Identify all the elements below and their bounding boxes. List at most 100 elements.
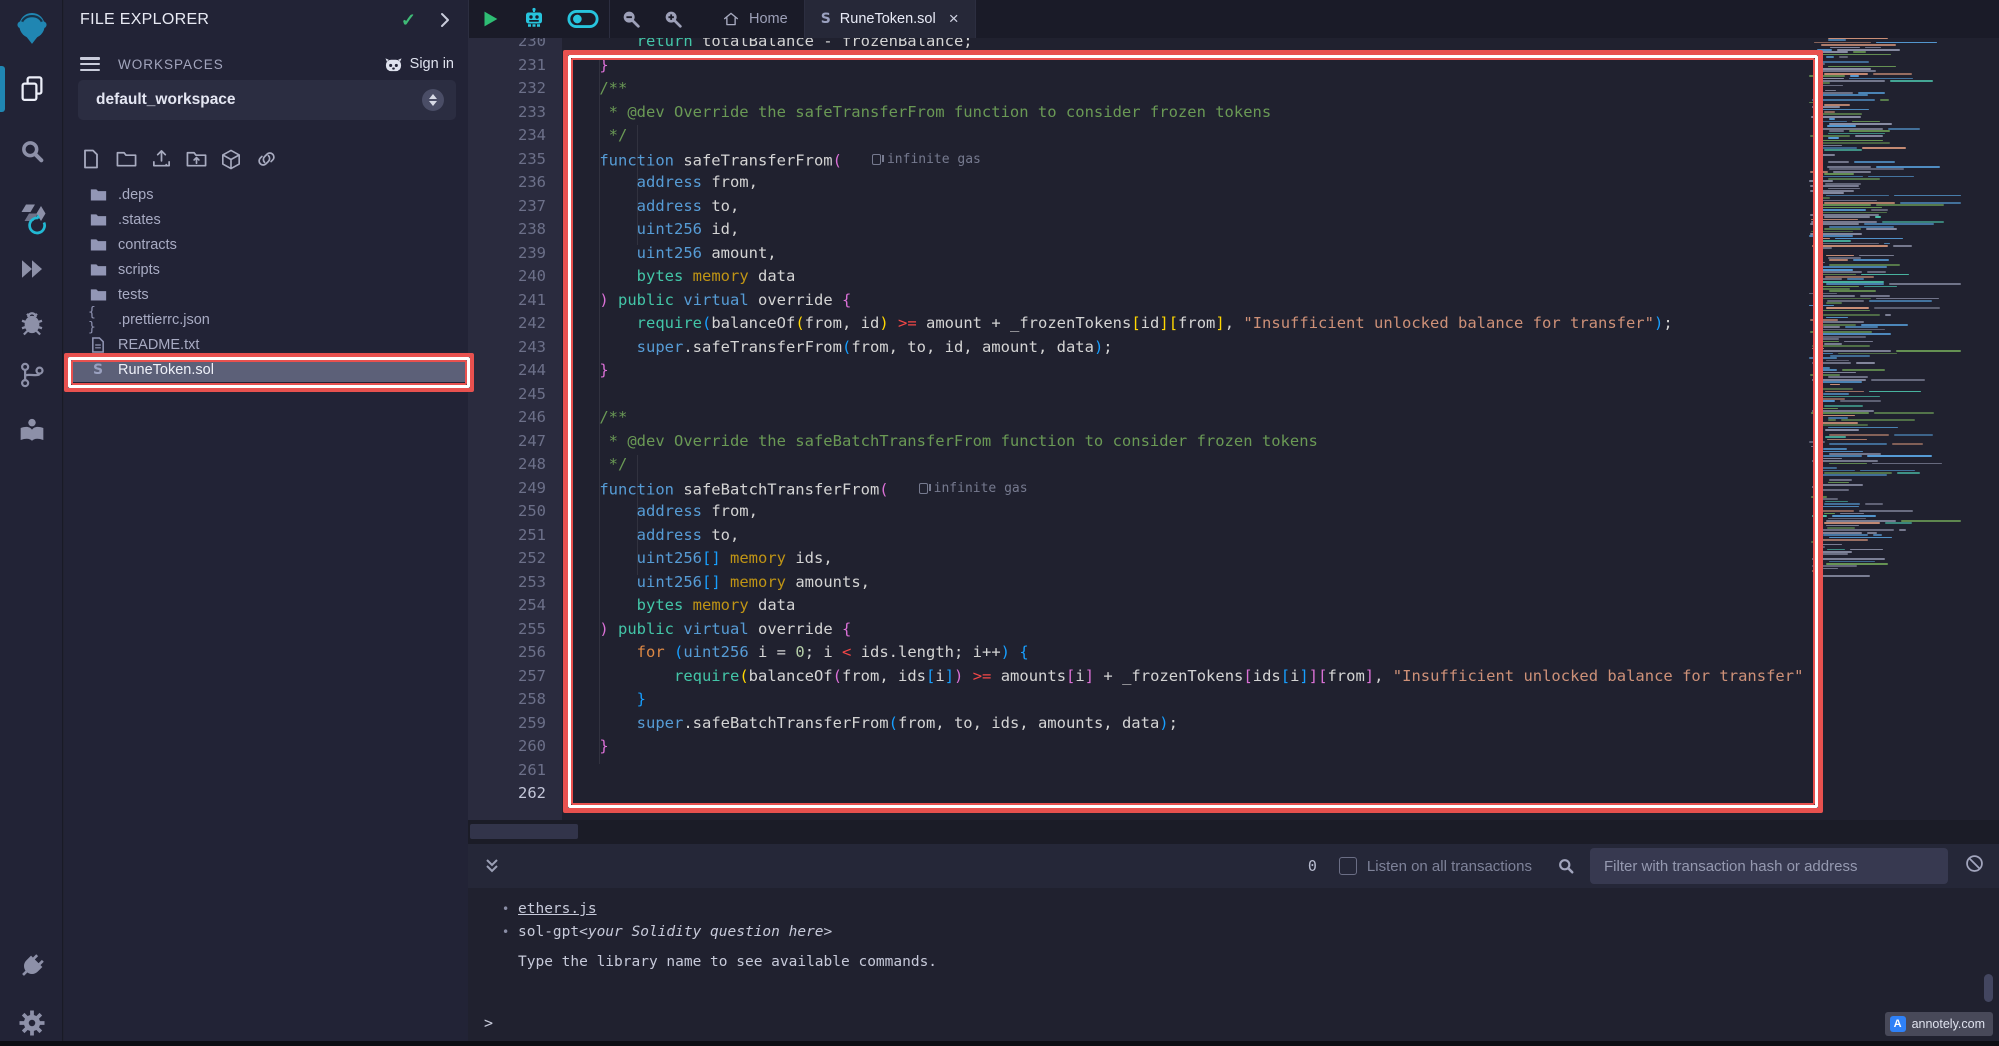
code-line-249: function safeBatchTransferFrom(infinite … (562, 477, 1805, 501)
sol-icon: S (88, 362, 108, 378)
select-arrows-icon (422, 89, 444, 111)
tab-home-label: Home (749, 11, 788, 27)
code-line-247: * @dev Override the safeBatchTransferFro… (562, 430, 1805, 454)
code-line-246: /** (562, 406, 1805, 430)
code-line-254: bytes memory data (562, 594, 1805, 618)
link-icon[interactable] (255, 148, 277, 170)
tab-runetoken[interactable]: S RuneToken.sol × (805, 0, 975, 38)
code-line-253: uint256[] memory amounts, (562, 571, 1805, 595)
code-line-250: address from, (562, 500, 1805, 524)
toggle-on-icon[interactable] (557, 0, 609, 38)
hamburger-menu-icon[interactable] (80, 57, 100, 71)
git-icon[interactable] (0, 356, 63, 394)
code-line-260: } (562, 735, 1805, 759)
plugin-book-icon[interactable] (0, 410, 63, 450)
horizontal-scrollbar[interactable] (468, 820, 1999, 844)
code-line-238: uint256 id, (562, 218, 1805, 242)
code-line-244: } (562, 359, 1805, 383)
ai-robot-icon[interactable] (511, 0, 557, 38)
debugger-icon[interactable] (0, 303, 63, 341)
block-ban-icon[interactable] (1964, 853, 1985, 879)
activity-bar (0, 0, 63, 1046)
watermark-label: annotely.com (1912, 1017, 1985, 1031)
code-line-237: address to, (562, 195, 1805, 219)
zoom-out-icon[interactable] (610, 0, 652, 38)
terminal-lines: •ethers.js•sol-gpt <your Solidity questi… (502, 898, 832, 944)
code-line-234: */ (562, 124, 1805, 148)
file-row-README.txt[interactable]: README.txt (64, 332, 468, 357)
file-name: .states (118, 212, 161, 228)
plugin-manager-icon[interactable] (0, 946, 63, 986)
minimap[interactable] (1805, 2, 1965, 820)
terminal-scrollbar-thumb[interactable] (1984, 974, 1993, 1002)
zoom-in-icon[interactable] (652, 0, 694, 38)
gas-pump-icon (919, 483, 928, 494)
terminal-info-text: Type the library name to see available c… (518, 954, 937, 970)
code-line-241: ) public virtual override { (562, 289, 1805, 313)
code-line-242: require(balanceOf(from, id) >= amount + … (562, 312, 1805, 336)
transaction-count: 0 (1308, 857, 1317, 875)
sign-in-button[interactable]: Sign in (384, 56, 454, 73)
code-editor[interactable]: 2302312322332342352362372382392402412422… (468, 0, 1999, 820)
new-folder-icon[interactable] (115, 148, 137, 170)
file-row-.states[interactable]: .states (64, 207, 468, 232)
panel-title: FILE EXPLORER (80, 11, 401, 29)
code-line-255: ) public virtual override { (562, 618, 1805, 642)
home-icon (722, 10, 740, 28)
solidity-file-icon: S (821, 11, 831, 27)
tab-home[interactable]: Home (706, 0, 804, 38)
file-row-scripts[interactable]: scripts (64, 257, 468, 282)
file-name: contracts (118, 237, 177, 253)
workspaces-row: WORKSPACES Sign in (80, 52, 454, 76)
solidity-compiler-icon[interactable] (0, 197, 63, 239)
collapse-terminal-icon[interactable] (484, 857, 500, 875)
code-line-257: require(balanceOf(from, ids[i]) >= amoun… (562, 665, 1805, 689)
transaction-filter-input[interactable] (1590, 848, 1948, 884)
code-line-252: uint256[] memory ids, (562, 547, 1805, 571)
code-line-236: address from, (562, 171, 1805, 195)
file-row-tests[interactable]: tests (64, 282, 468, 307)
gas-estimate-hint: infinite gas (872, 148, 981, 172)
terminal[interactable]: •ethers.js•sol-gpt <your Solidity questi… (468, 888, 1999, 1046)
upload-file-icon[interactable] (150, 148, 172, 170)
tab-runetoken-label: RuneToken.sol (840, 11, 936, 27)
run-script-icon[interactable] (469, 0, 511, 38)
chevron-right-icon[interactable] (438, 11, 452, 29)
code-line-231: } (562, 54, 1805, 78)
annotely-logo-icon: A (1890, 1016, 1906, 1032)
check-icon: ✓ (401, 10, 416, 31)
gas-pump-icon (872, 154, 881, 165)
close-tab-icon[interactable]: × (949, 9, 959, 29)
code-content[interactable]: return totalBalance - frozenBalance; } /… (562, 30, 1805, 806)
settings-gear-icon[interactable] (0, 1004, 63, 1042)
search-icon[interactable] (0, 133, 63, 169)
deploy-run-icon[interactable] (0, 250, 63, 288)
search-icon[interactable] (1556, 856, 1576, 876)
folder-icon (88, 187, 108, 202)
file-row-contracts[interactable]: contracts (64, 232, 468, 257)
scrollbar-thumb[interactable] (470, 824, 578, 839)
panel-header: FILE EXPLORER ✓ (64, 0, 468, 40)
code-line-256: for (uint256 i = 0; i < ids.length; i++)… (562, 641, 1805, 665)
file-row-.prettierrc.json[interactable]: { }.prettierrc.json (64, 307, 468, 332)
terminal-prompt[interactable]: > (484, 1014, 493, 1032)
window-bottom-edge (0, 1041, 1999, 1046)
file-row-RuneToken.sol[interactable]: SRuneToken.sol (64, 357, 468, 382)
file-name: scripts (118, 262, 160, 278)
workspace-select[interactable]: default_workspace (78, 80, 456, 120)
listen-label: Listen on all transactions (1367, 858, 1532, 875)
terminal-bar: 0 Listen on all transactions (468, 844, 1999, 888)
file-icon (88, 337, 108, 353)
file-row-.deps[interactable]: .deps (64, 182, 468, 207)
file-toolbar (80, 148, 277, 170)
listen-checkbox[interactable] (1339, 857, 1357, 875)
cube-icon[interactable] (220, 148, 242, 170)
upload-folder-icon[interactable] (185, 148, 207, 170)
code-line-259: super.safeBatchTransferFrom(from, to, id… (562, 712, 1805, 736)
github-icon (384, 56, 403, 73)
remix-logo-icon[interactable] (0, 8, 63, 48)
new-file-icon[interactable] (80, 148, 102, 170)
file-explorer-icon[interactable] (0, 68, 63, 108)
watermark: A annotely.com (1885, 1012, 1993, 1036)
library-link[interactable]: ethers.js (518, 898, 597, 921)
